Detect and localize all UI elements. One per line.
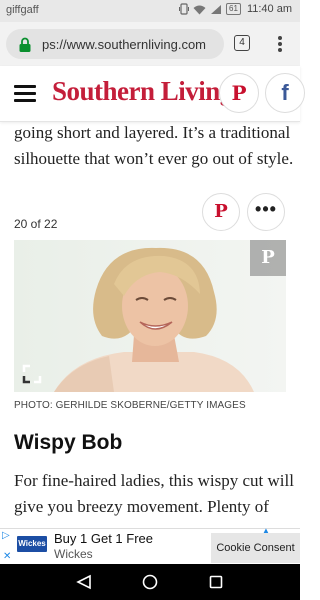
overflow-menu-icon[interactable] bbox=[270, 34, 290, 54]
photo-credit: PHOTO: GERHILDE SKOBERNE/GETTY IMAGES bbox=[14, 400, 246, 411]
url-text[interactable]: ps://www.southernliving.com bbox=[42, 37, 206, 52]
back-icon[interactable] bbox=[76, 574, 92, 590]
slide-headline: Wispy Bob bbox=[14, 431, 123, 454]
home-icon[interactable] bbox=[142, 574, 158, 590]
paragraph-line: For fine-haired ladies, this wispy cut w… bbox=[14, 471, 294, 490]
address-bar[interactable]: ps://www.southernliving.com bbox=[6, 29, 224, 59]
cookie-consent-button[interactable]: Cookie Consent bbox=[211, 533, 300, 563]
intro-line: silhouette that won’t ever go out of sty… bbox=[14, 149, 294, 168]
battery-level: 61 bbox=[226, 3, 241, 15]
expand-icon[interactable] bbox=[22, 364, 42, 384]
hamburger-icon[interactable] bbox=[14, 85, 36, 102]
slide-counter: 20 of 22 bbox=[14, 217, 58, 231]
ad-banner[interactable]: ▷ ✕ Wickes Buy 1 Get 1 Free Wickes Cooki… bbox=[0, 526, 300, 564]
ad-info-icon[interactable]: ▷ bbox=[2, 531, 10, 541]
tab-switcher-button[interactable]: 4 bbox=[234, 35, 250, 51]
recent-apps-icon[interactable] bbox=[209, 575, 223, 589]
pin-button[interactable]: P bbox=[202, 193, 240, 231]
signal-icon bbox=[211, 4, 222, 14]
slide-paragraph: For fine-haired ladies, this wispy cut w… bbox=[14, 468, 299, 520]
article-photo[interactable]: P bbox=[14, 240, 286, 392]
paragraph-line: give you breezy movement. Plenty of bbox=[14, 497, 269, 516]
carrier-name: giffgaff bbox=[6, 4, 39, 16]
status-icons: 61 11:40 am bbox=[179, 3, 292, 15]
photo-pin-button[interactable]: P bbox=[250, 240, 286, 276]
more-options-button[interactable]: ••• bbox=[247, 193, 285, 231]
status-bar: giffgaff 61 11:40 am bbox=[0, 0, 300, 22]
clock: 11:40 am bbox=[246, 3, 292, 15]
ad-brand-name: Wickes bbox=[54, 547, 93, 561]
ad-close-icon[interactable]: ✕ bbox=[3, 551, 11, 562]
lock-icon bbox=[19, 37, 31, 52]
site-header: Southern Living P f bbox=[0, 66, 305, 122]
woman-portrait-image bbox=[14, 240, 286, 392]
vibrate-icon bbox=[179, 3, 190, 15]
header-facebook-button[interactable]: f bbox=[265, 73, 305, 113]
intro-line: going short and layered. It’s a traditio… bbox=[14, 123, 291, 142]
ad-title[interactable]: Buy 1 Get 1 Free bbox=[54, 531, 153, 546]
browser-toolbar: ps://www.southernliving.com 4 bbox=[0, 22, 300, 66]
system-navigation-bar bbox=[0, 564, 300, 600]
site-logo[interactable]: Southern Living bbox=[52, 76, 233, 107]
header-pinterest-button[interactable]: P bbox=[219, 73, 259, 113]
ad-brand-logo: Wickes bbox=[17, 536, 47, 552]
wifi-icon bbox=[193, 5, 206, 14]
chevron-up-icon[interactable]: ▲ bbox=[262, 526, 270, 535]
intro-paragraph: going short and layered. It’s a traditio… bbox=[14, 120, 299, 172]
